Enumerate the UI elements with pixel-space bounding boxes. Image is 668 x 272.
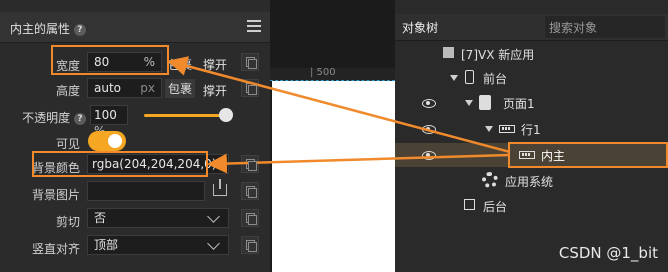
arrow-to-width xyxy=(167,56,511,154)
annotation-arrows xyxy=(167,56,511,174)
watermark: CSDN @1_bit xyxy=(558,244,658,262)
